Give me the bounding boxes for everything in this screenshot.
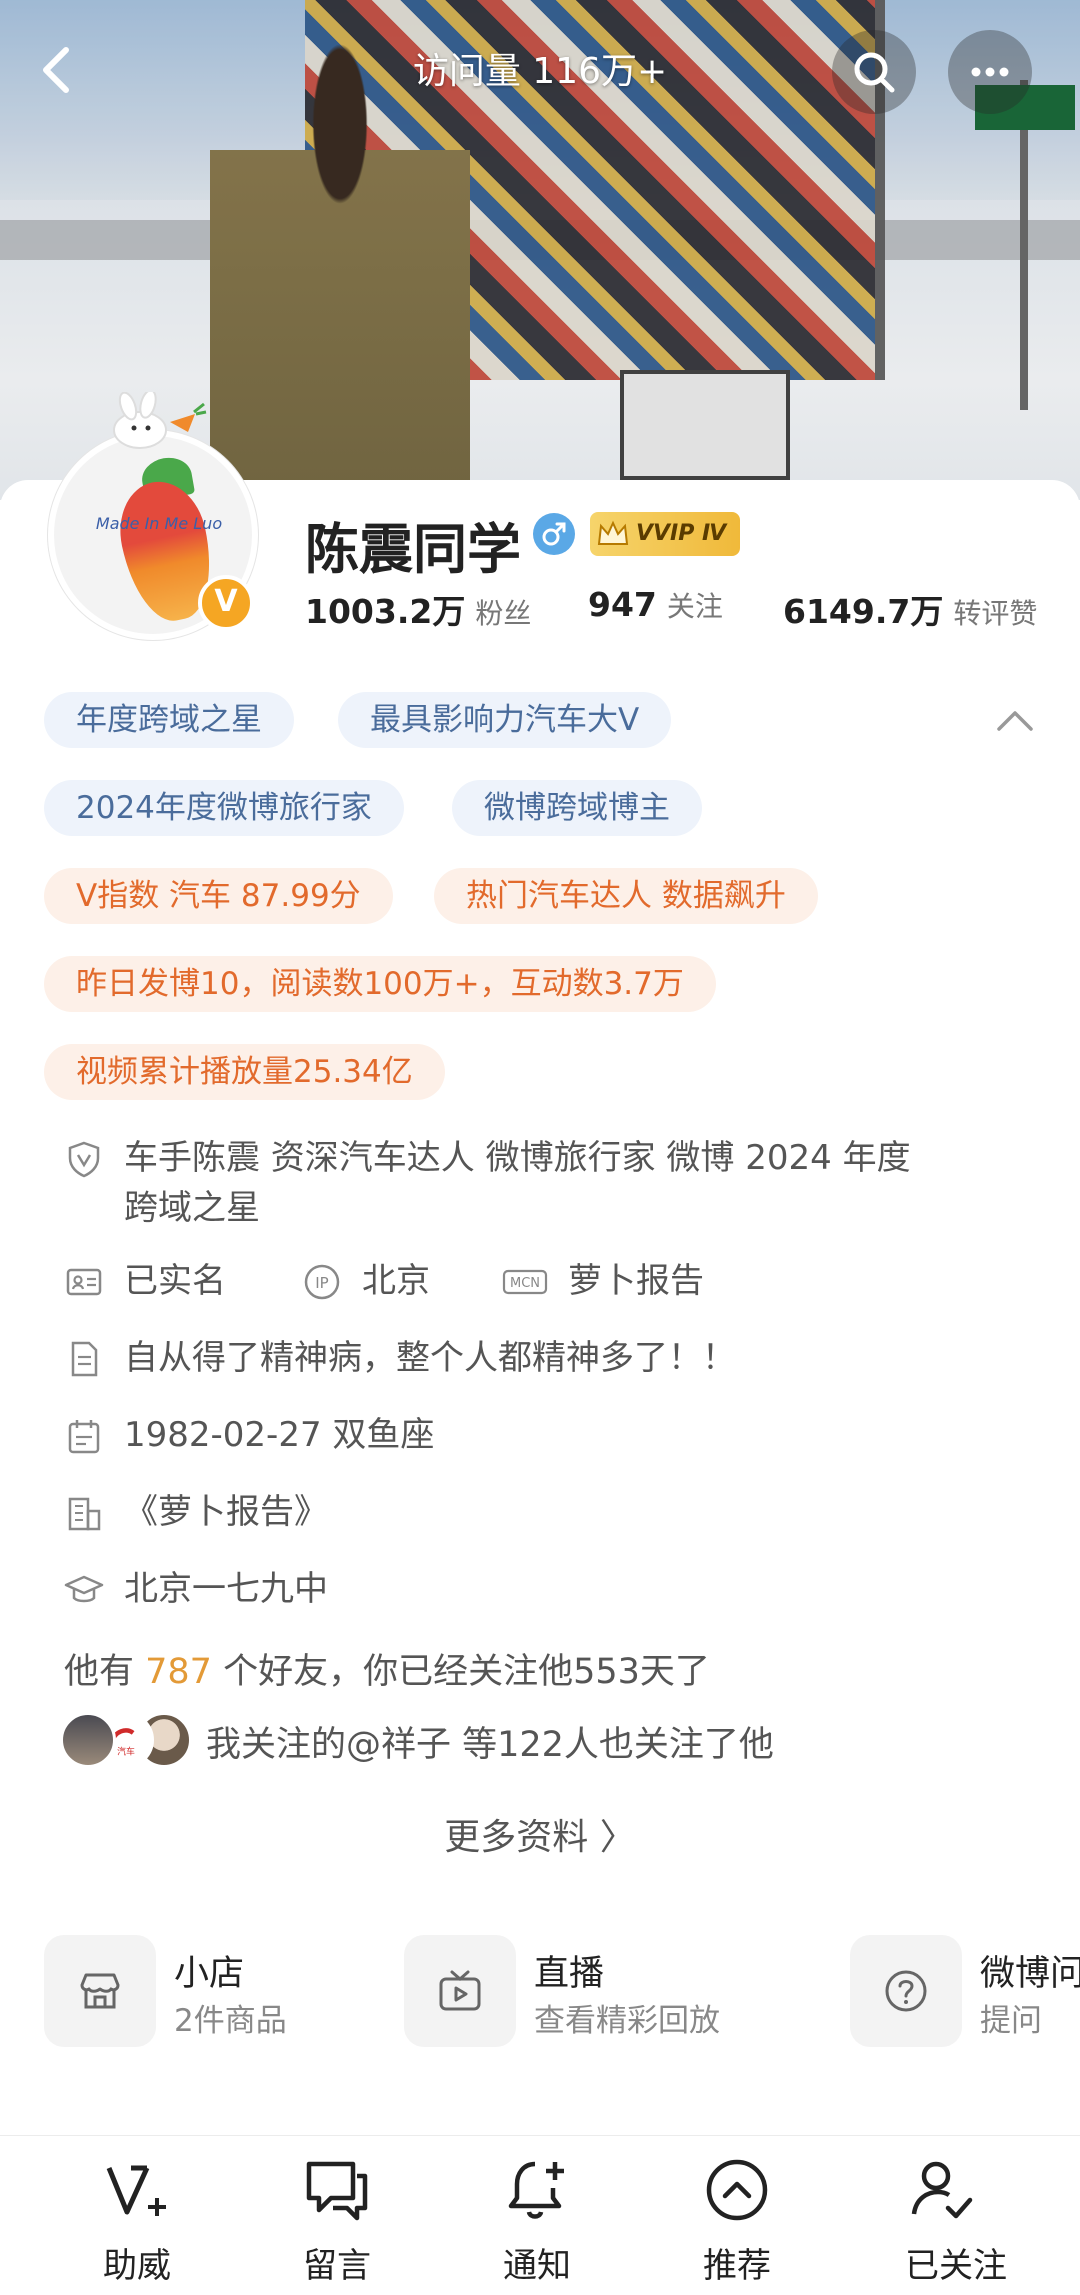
tab-cheer-label: 助威 <box>103 2246 171 2286</box>
friends-suffix: 个好友，你已经关注他553天了 <box>211 1652 710 1692</box>
graduation-cap-icon <box>64 1570 104 1610</box>
bell-plus-icon <box>508 2161 564 2219</box>
vvip-label: VVIP Ⅳ <box>636 521 727 546</box>
bio-text: 自从得了精神病，整个人都精神多了！！ <box>124 1338 736 1378</box>
service-live-sub: 查看精彩回放 <box>534 2003 720 2039</box>
search-button[interactable] <box>832 30 916 114</box>
stat-fans-label: 粉丝 <box>475 597 532 630</box>
building-icon <box>64 1493 104 1533</box>
tag-annual-star[interactable]: 年度跨域之星 <box>44 692 294 748</box>
svg-text:汽车: 汽车 <box>117 1745 135 1757</box>
message-icon <box>306 2161 368 2221</box>
realname-label: 已实名 <box>124 1261 226 1301</box>
tab-recommend-label: 推荐 <box>703 2246 771 2286</box>
stat-likes-number: 6149.7万 <box>783 592 944 631</box>
calendar-icon <box>64 1416 104 1456</box>
service-live-title: 直播 <box>534 1954 605 1994</box>
profile-name: 陈震同学 <box>305 518 521 581</box>
tag-v-index[interactable]: V指数 汽车 87.99分 <box>44 868 393 924</box>
birthday-text: 1982-02-27 双鱼座 <box>124 1415 435 1455</box>
live-tv-icon <box>404 1935 516 2047</box>
rabbit-decoration-icon <box>113 392 207 449</box>
top-bar: 访问量 116万+ <box>0 30 1080 120</box>
ip-location-label: 北京 <box>362 1261 430 1301</box>
stat-likes-label: 转评赞 <box>953 597 1038 630</box>
mcn-label[interactable]: 萝卜报告 <box>568 1258 704 1304</box>
vvip-badge[interactable]: VVIP Ⅳ <box>590 512 740 556</box>
more-info-link[interactable]: 更多资料 〉 <box>0 1808 1080 1860</box>
tab-message-label: 留言 <box>303 2246 371 2286</box>
id-card-icon <box>64 1262 104 1302</box>
mutual-followers-text: 我关注的@祥子 等122人也关注了他 <box>206 1725 774 1765</box>
svg-text:MCN: MCN <box>510 1276 540 1291</box>
more-button[interactable] <box>948 30 1032 114</box>
stat-fans[interactable]: 1003.2万 粉丝 <box>305 585 531 633</box>
chevron-up-circle-icon <box>706 2159 768 2221</box>
stat-following[interactable]: 947 关注 <box>588 585 723 625</box>
verified-badge: V <box>198 575 254 631</box>
cheer-v-plus-icon <box>106 2165 166 2216</box>
tab-message[interactable]: 留言 <box>272 2154 402 2289</box>
document-icon <box>64 1339 104 1379</box>
svg-text:IP: IP <box>315 1274 328 1292</box>
friends-count: 787 <box>145 1652 212 1692</box>
verification-text-line2: 跨域之星 <box>124 1188 260 1228</box>
avatar-script-text: Made In Me Luo <box>95 514 223 533</box>
company-text: 《萝卜报告》 <box>124 1492 328 1532</box>
services-row: 小店 2件商品 直播 查看精彩回放 微博问 提问 <box>0 1935 1080 2055</box>
tag-yesterday-posts[interactable]: 昨日发博10，阅读数100万+，互动数3.7万 <box>44 956 716 1012</box>
verification-text-line1: 车手陈震 资深汽车达人 微博旅行家 微博 2024 年度 <box>124 1138 911 1178</box>
stat-fans-number: 1003.2万 <box>305 592 466 631</box>
mutual-followers-row[interactable]: 汽车 我关注的@祥子 等122人也关注了他 <box>60 1712 1020 1772</box>
shop-icon <box>44 1935 156 2047</box>
service-question-title: 微博问 <box>980 1954 1080 1994</box>
male-gender-icon <box>533 513 575 555</box>
tab-following[interactable]: 已关注 <box>880 2154 1080 2289</box>
service-shop-title: 小店 <box>174 1954 245 1994</box>
service-question[interactable]: 微博问 提问 <box>850 1935 1080 2050</box>
service-shop-sub: 2件商品 <box>174 2003 287 2039</box>
ip-location-icon: IP <box>302 1262 342 1302</box>
tab-cheer[interactable]: 助威 <box>72 2154 202 2289</box>
tag-video-plays[interactable]: 视频累计播放量25.34亿 <box>44 1044 445 1100</box>
friends-prefix: 他有 <box>64 1652 146 1692</box>
stat-likes[interactable]: 6149.7万 转评赞 <box>783 585 1037 633</box>
user-check-icon <box>911 2161 973 2219</box>
stat-following-label: 关注 <box>666 590 723 623</box>
avatar[interactable]: Made In Me Luo V <box>48 430 258 640</box>
bottom-tab-bar: 助威 留言 通知 推荐 已关注 <box>0 2135 1080 2295</box>
service-live[interactable]: 直播 查看精彩回放 <box>404 1935 804 2050</box>
friends-summary[interactable]: 他有 787 个好友，你已经关注他553天了 <box>64 1643 710 1694</box>
question-icon <box>850 1935 962 2047</box>
service-question-sub: 提问 <box>980 2003 1042 2039</box>
tab-following-label: 已关注 <box>905 2246 1007 2286</box>
search-icon <box>854 52 895 93</box>
avatar <box>60 1712 116 1768</box>
crown-icon <box>597 520 629 545</box>
tab-notify[interactable]: 通知 <box>472 2154 602 2289</box>
tag-crossdomain-blogger[interactable]: 微博跨域博主 <box>452 780 702 836</box>
tag-influential-auto[interactable]: 最具影响力汽车大V <box>338 692 672 748</box>
tag-hot-auto[interactable]: 热门汽车达人 数据飙升 <box>434 868 818 924</box>
visit-count: 访问量 116万+ <box>412 51 668 92</box>
mcn-icon: MCN <box>502 1262 548 1302</box>
tab-recommend[interactable]: 推荐 <box>672 2154 802 2289</box>
chevron-up-icon[interactable] <box>995 705 1035 735</box>
service-shop[interactable]: 小店 2件商品 <box>44 1935 384 2050</box>
more-dots-icon <box>971 67 1009 77</box>
tag-travel-2024[interactable]: 2024年度微博旅行家 <box>44 780 404 836</box>
shield-icon <box>64 1139 104 1179</box>
stat-following-number: 947 <box>588 585 657 624</box>
tab-notify-label: 通知 <box>503 2246 571 2286</box>
profile-stats: 1003.2万 粉丝 947 关注 6149.7万 转评赞 <box>305 585 1065 635</box>
school-text: 北京一七九中 <box>124 1569 328 1609</box>
